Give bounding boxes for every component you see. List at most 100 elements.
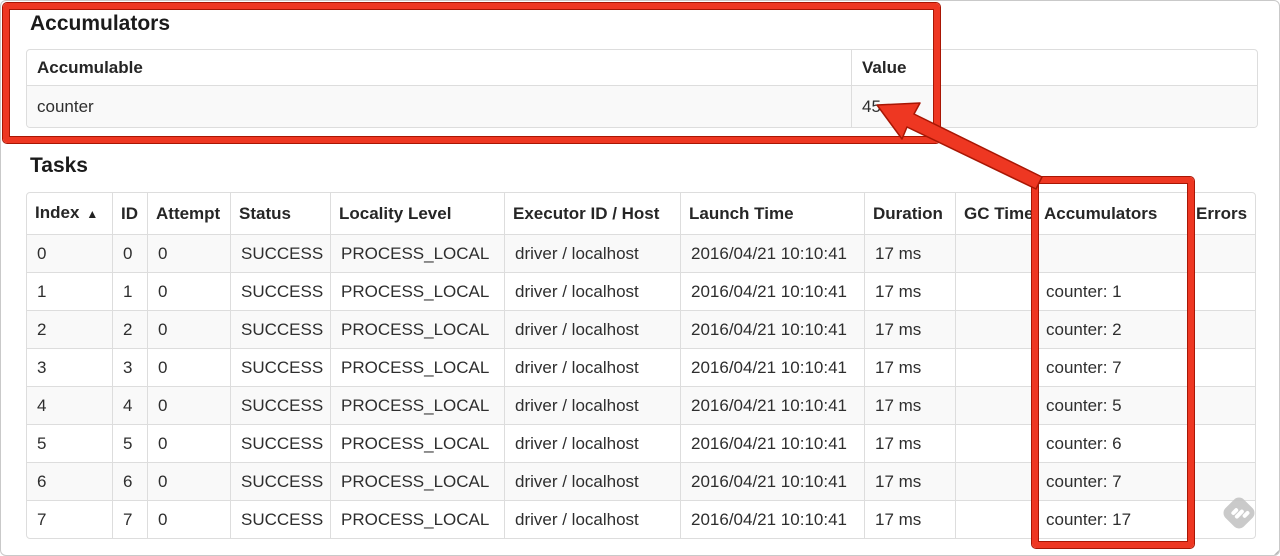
cell-executor-id-host: driver / localhost bbox=[504, 462, 680, 500]
cell-locality-level: PROCESS_LOCAL bbox=[330, 386, 504, 424]
sort-ascending-icon: ▲ bbox=[86, 207, 99, 221]
cell-accumulators: counter: 6 bbox=[1035, 424, 1187, 462]
cell-status: SUCCESS bbox=[230, 348, 330, 386]
cell-errors bbox=[1187, 234, 1255, 272]
tasks-header-row: Index ▲ ID Attempt Status Locality Level … bbox=[27, 193, 1255, 234]
task-row: 7 7 0 SUCCESS PROCESS_LOCAL driver / loc… bbox=[27, 500, 1255, 538]
cell-attempt: 0 bbox=[147, 386, 230, 424]
cell-id: 1 bbox=[112, 272, 147, 310]
cell-accumulators: counter: 7 bbox=[1035, 462, 1187, 500]
cell-index: 7 bbox=[27, 500, 112, 538]
cell-gc-time bbox=[955, 310, 1035, 348]
accumulators-section-title: Accumulators bbox=[30, 12, 171, 35]
cell-gc-time bbox=[955, 500, 1035, 538]
cell-accumulators: counter: 17 bbox=[1035, 500, 1187, 538]
cell-locality-level: PROCESS_LOCAL bbox=[330, 310, 504, 348]
cell-index: 6 bbox=[27, 462, 112, 500]
cell-launch-time: 2016/04/21 10:10:41 bbox=[680, 500, 864, 538]
cell-status: SUCCESS bbox=[230, 234, 330, 272]
cell-launch-time: 2016/04/21 10:10:41 bbox=[680, 310, 864, 348]
cell-accumulable-value: 45 bbox=[851, 85, 1257, 127]
cell-duration: 17 ms bbox=[864, 272, 955, 310]
cell-duration: 17 ms bbox=[864, 500, 955, 538]
cell-locality-level: PROCESS_LOCAL bbox=[330, 348, 504, 386]
cell-errors bbox=[1187, 386, 1255, 424]
cell-errors bbox=[1187, 462, 1255, 500]
accumulator-row: counter 45 bbox=[27, 85, 1257, 127]
task-row: 0 0 0 SUCCESS PROCESS_LOCAL driver / loc… bbox=[27, 234, 1255, 272]
cell-status: SUCCESS bbox=[230, 310, 330, 348]
cell-accumulators: counter: 2 bbox=[1035, 310, 1187, 348]
cell-locality-level: PROCESS_LOCAL bbox=[330, 462, 504, 500]
cell-attempt: 0 bbox=[147, 462, 230, 500]
accumulable-column-header: Accumulable bbox=[37, 58, 143, 77]
cell-accumulators: counter: 7 bbox=[1035, 348, 1187, 386]
cell-attempt: 0 bbox=[147, 234, 230, 272]
column-header-attempt[interactable]: Attempt bbox=[147, 193, 230, 234]
cell-status: SUCCESS bbox=[230, 500, 330, 538]
cell-gc-time bbox=[955, 462, 1035, 500]
cell-index: 1 bbox=[27, 272, 112, 310]
cell-launch-time: 2016/04/21 10:10:41 bbox=[680, 272, 864, 310]
cell-executor-id-host: driver / localhost bbox=[504, 234, 680, 272]
column-header-errors[interactable]: Errors bbox=[1187, 193, 1255, 234]
cell-duration: 17 ms bbox=[864, 310, 955, 348]
cell-attempt: 0 bbox=[147, 310, 230, 348]
cell-accumulators: counter: 5 bbox=[1035, 386, 1187, 424]
cell-accumulable-name: counter bbox=[27, 85, 851, 127]
cell-launch-time: 2016/04/21 10:10:41 bbox=[680, 462, 864, 500]
cell-id: 3 bbox=[112, 348, 147, 386]
cell-executor-id-host: driver / localhost bbox=[504, 310, 680, 348]
cell-launch-time: 2016/04/21 10:10:41 bbox=[680, 234, 864, 272]
task-row: 2 2 0 SUCCESS PROCESS_LOCAL driver / loc… bbox=[27, 310, 1255, 348]
cell-duration: 17 ms bbox=[864, 386, 955, 424]
cell-launch-time: 2016/04/21 10:10:41 bbox=[680, 386, 864, 424]
cell-errors bbox=[1187, 348, 1255, 386]
column-header-status[interactable]: Status bbox=[230, 193, 330, 234]
cell-status: SUCCESS bbox=[230, 424, 330, 462]
cell-errors bbox=[1187, 272, 1255, 310]
column-header-gc-time[interactable]: GC Time bbox=[955, 193, 1035, 234]
column-header-launch-time[interactable]: Launch Time bbox=[680, 193, 864, 234]
cell-id: 5 bbox=[112, 424, 147, 462]
column-header-id[interactable]: ID bbox=[112, 193, 147, 234]
cell-gc-time bbox=[955, 386, 1035, 424]
tasks-table: Index ▲ ID Attempt Status Locality Level … bbox=[26, 192, 1256, 539]
cell-accumulators: counter: 1 bbox=[1035, 272, 1187, 310]
cell-attempt: 0 bbox=[147, 348, 230, 386]
cell-executor-id-host: driver / localhost bbox=[504, 348, 680, 386]
cell-launch-time: 2016/04/21 10:10:41 bbox=[680, 424, 864, 462]
column-header-index[interactable]: Index ▲ bbox=[27, 193, 112, 234]
cell-index: 5 bbox=[27, 424, 112, 462]
cell-locality-level: PROCESS_LOCAL bbox=[330, 424, 504, 462]
cell-index: 4 bbox=[27, 386, 112, 424]
cell-attempt: 0 bbox=[147, 424, 230, 462]
cell-duration: 17 ms bbox=[864, 424, 955, 462]
cell-id: 7 bbox=[112, 500, 147, 538]
corner-mark bbox=[1273, 546, 1279, 555]
cell-duration: 17 ms bbox=[864, 348, 955, 386]
cell-launch-time: 2016/04/21 10:10:41 bbox=[680, 348, 864, 386]
column-header-duration[interactable]: Duration bbox=[864, 193, 955, 234]
accumulators-table: Accumulable Value counter 45 bbox=[26, 49, 1258, 128]
column-header-executor-id-host[interactable]: Executor ID / Host bbox=[504, 193, 680, 234]
cell-index: 3 bbox=[27, 348, 112, 386]
column-header-index-label: Index bbox=[35, 203, 80, 222]
task-row: 5 5 0 SUCCESS PROCESS_LOCAL driver / loc… bbox=[27, 424, 1255, 462]
column-header-accumulators[interactable]: Accumulators bbox=[1035, 193, 1187, 234]
cell-gc-time bbox=[955, 348, 1035, 386]
cell-accumulators bbox=[1035, 234, 1187, 272]
cell-locality-level: PROCESS_LOCAL bbox=[330, 272, 504, 310]
cell-executor-id-host: driver / localhost bbox=[504, 500, 680, 538]
cell-locality-level: PROCESS_LOCAL bbox=[330, 234, 504, 272]
cell-id: 4 bbox=[112, 386, 147, 424]
column-header-locality-level[interactable]: Locality Level bbox=[330, 193, 504, 234]
cell-gc-time bbox=[955, 234, 1035, 272]
cell-errors bbox=[1187, 424, 1255, 462]
task-row: 4 4 0 SUCCESS PROCESS_LOCAL driver / loc… bbox=[27, 386, 1255, 424]
cell-executor-id-host: driver / localhost bbox=[504, 386, 680, 424]
cell-id: 0 bbox=[112, 234, 147, 272]
cell-duration: 17 ms bbox=[864, 462, 955, 500]
cell-index: 0 bbox=[27, 234, 112, 272]
cell-index: 2 bbox=[27, 310, 112, 348]
